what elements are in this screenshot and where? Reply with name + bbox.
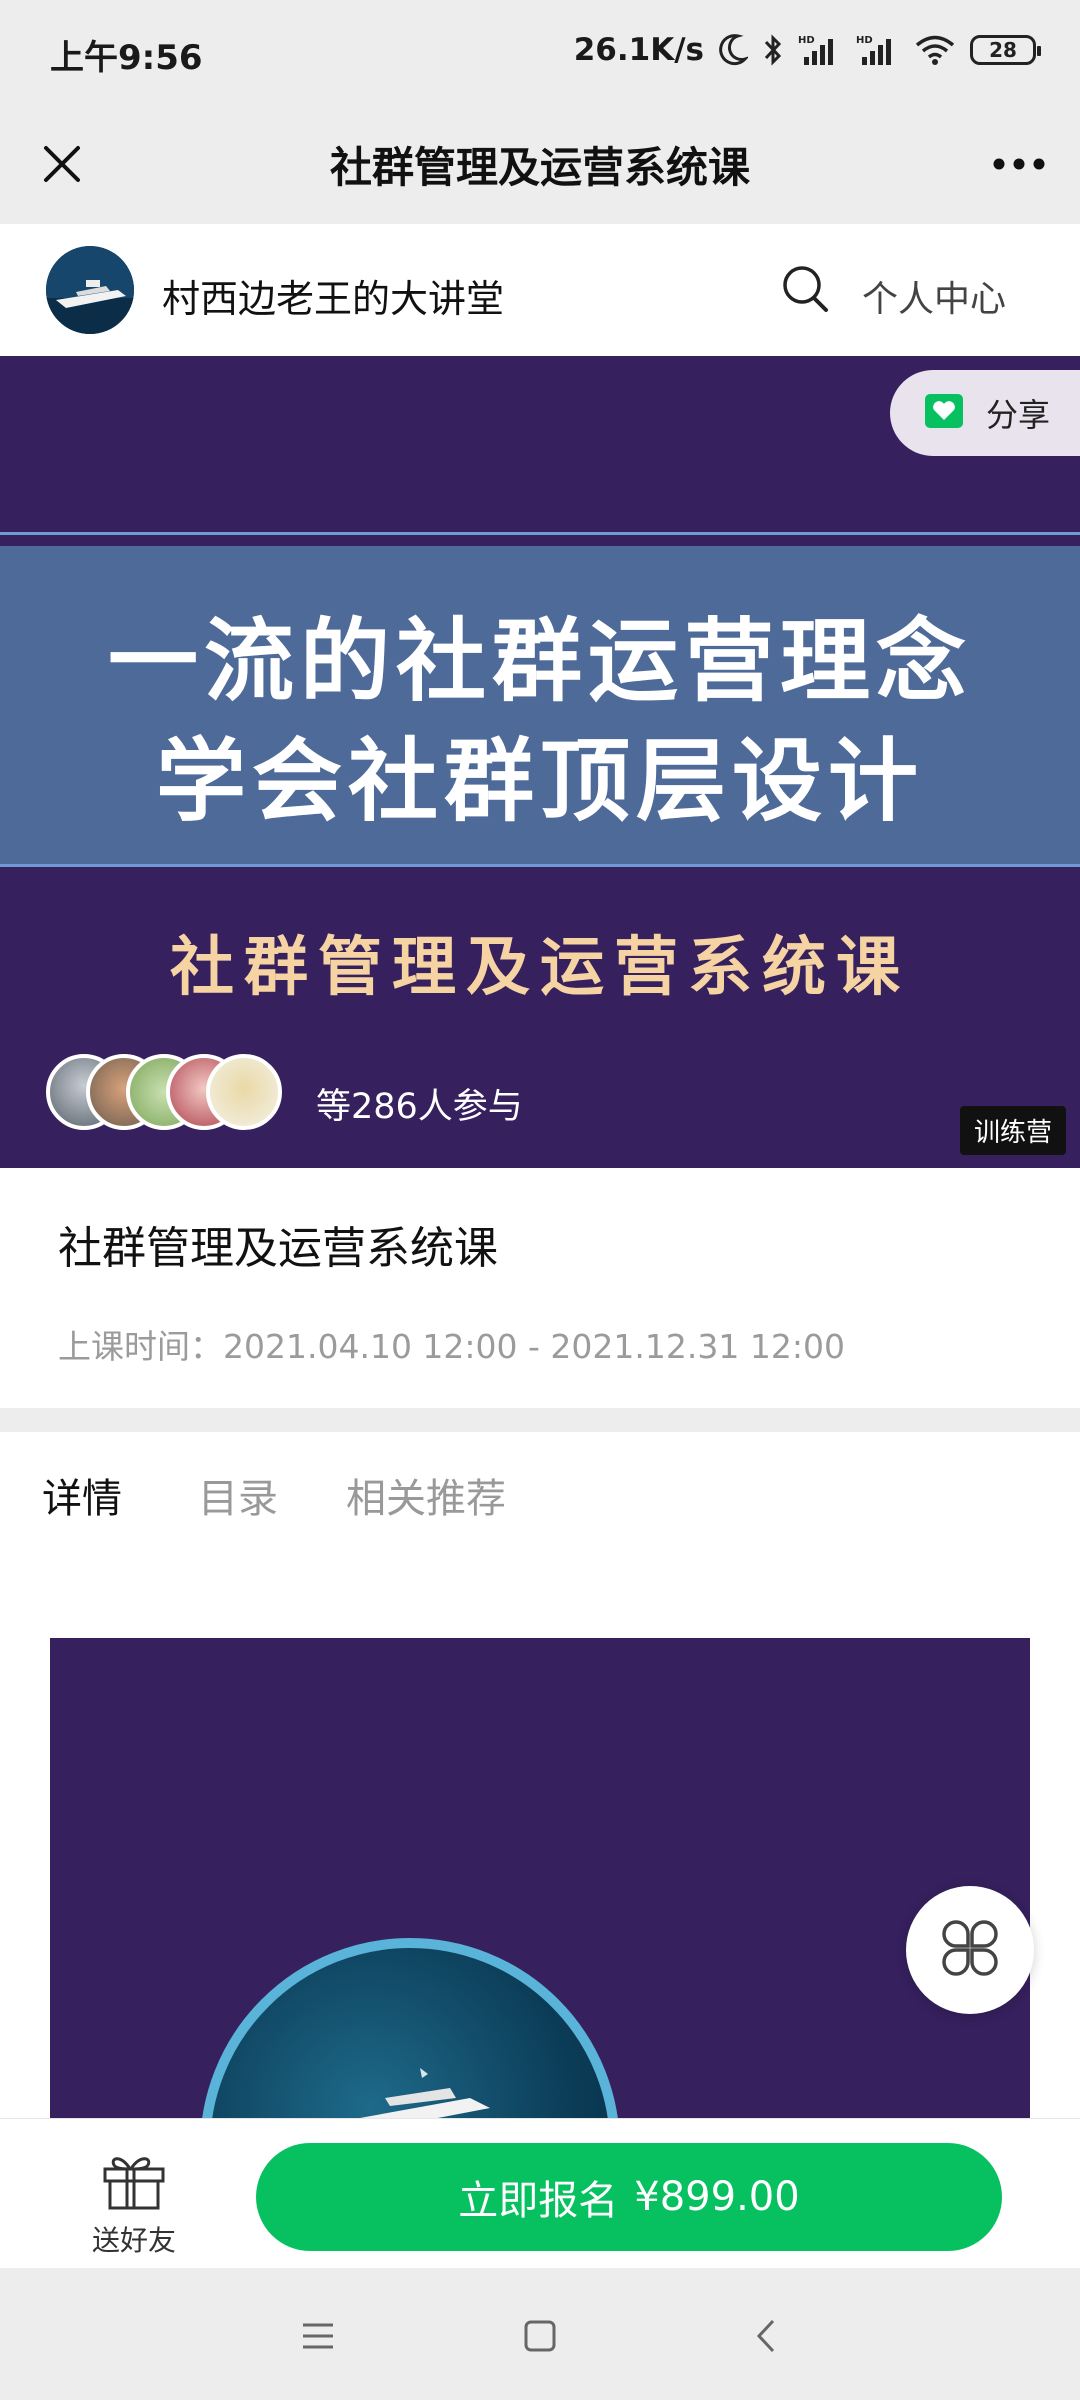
banner-headline-2: 学会社群顶层设计 [156,729,924,834]
tab-catalog[interactable]: 目录 [198,1466,278,1524]
tab-recommendations[interactable]: 相关推荐 [346,1466,506,1524]
course-type-badge: 训练营 [959,1106,1066,1155]
shop-name[interactable]: 村西边老王的大讲堂 [162,268,504,323]
enroll-button[interactable]: 立即报名 ¥899.00 [256,2143,1002,2251]
signal-icon: HD [856,33,900,67]
banner-headline-1: 一流的社群运营理念 [108,609,972,714]
avatar [206,1054,282,1130]
enroll-label: 立即报名 [458,2178,619,2224]
gift-button[interactable]: 送好友 [78,2149,190,2259]
course-info: 社群管理及运营系统课 上课时间：2021.04.10 12:00 - 2021.… [0,1168,1080,1408]
share-label: 分享 [986,396,1051,434]
shop-header: 村西边老王的大讲堂 个人中心 [0,224,1080,356]
tab-details[interactable]: 详情 [42,1466,122,1524]
participant-avatars[interactable] [46,1054,282,1130]
course-banner: 一流的社群运营理念 学会社群顶层设计 社群管理及运营系统课 分享 等286人参与… [0,356,1080,1168]
gift-label: 送好友 [91,2224,176,2257]
price: ¥899.00 [634,2174,800,2220]
participant-count: 等286人参与 [316,1087,523,1127]
wifi-icon [914,33,956,67]
home-icon[interactable] [510,2308,570,2364]
svg-text:HD: HD [856,35,873,46]
course-time-value: 2021.04.10 12:00 - 2021.12.31 12:00 [223,1327,845,1366]
course-time-label: 上课时间： [58,1327,223,1366]
status-bar: 上午9:56 26.1K/s HD HD 28 [0,0,1080,104]
svg-text:HD: HD [798,35,815,46]
course-time: 上课时间：2021.04.10 12:00 - 2021.12.31 12:00 [58,1320,845,1368]
detail-image [50,1638,1030,2178]
network-speed: 26.1K/s [573,32,704,68]
bottom-action-bar: 送好友 立即报名 ¥899.00 [0,2118,1080,2268]
status-time: 上午9:56 [50,38,203,78]
status-icons: 26.1K/s HD HD 28 [573,28,1041,72]
page-title: 社群管理及运营系统课 [329,143,750,192]
share-heart-icon [924,393,964,433]
search-icon[interactable] [776,260,836,320]
tab-bar: 详情 目录 相关推荐 [0,1432,1080,1552]
gift-icon [100,2149,168,2215]
battery-icon: 28 [970,35,1041,65]
share-button[interactable]: 分享 [890,370,1080,456]
personal-center-link[interactable]: 个人中心 [862,270,1006,322]
detail-content [0,1552,1080,2178]
nav-bar: 社群管理及运营系统课 [0,104,1080,224]
clover-menu-icon [938,1916,1002,1984]
bluetooth-icon [762,33,784,67]
moon-icon [718,33,748,67]
shop-avatar[interactable] [46,246,134,334]
more-icon[interactable] [982,130,1056,198]
course-title: 社群管理及运营系统课 [58,1223,498,1274]
signal-icon: HD [798,33,842,67]
system-nav-bar [0,2268,1080,2400]
banner-divider [0,864,1080,867]
banner-divider [0,532,1080,535]
back-icon[interactable] [736,2308,796,2364]
clover-menu-button[interactable] [906,1886,1034,2014]
banner-subtitle: 社群管理及运营系统课 [170,931,910,1005]
menu-icon[interactable] [288,2308,348,2364]
